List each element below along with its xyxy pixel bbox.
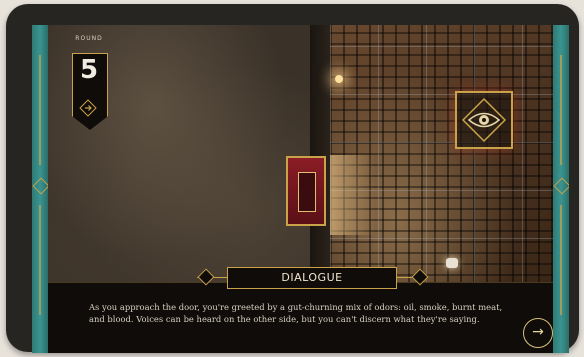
next-dialogue-button[interactable]: → bbox=[523, 318, 553, 348]
game-screen: ROUND 5 DIALOGUE As you approach the doo… bbox=[32, 25, 569, 353]
door-icon[interactable] bbox=[286, 156, 326, 226]
dialogue-text: As you approach the door, you're greeted… bbox=[89, 302, 503, 324]
npc-figure-icon[interactable] bbox=[446, 258, 458, 268]
arrow-right-circle-icon: → bbox=[532, 324, 544, 340]
arrow-right-icon[interactable] bbox=[79, 99, 97, 117]
round-label: ROUND bbox=[75, 35, 103, 42]
device-bezel: ROUND 5 DIALOGUE As you approach the doo… bbox=[6, 4, 579, 353]
dialogue-title: DIALOGUE bbox=[227, 267, 397, 289]
wall-lamp-icon bbox=[335, 75, 343, 83]
right-decorative-rail bbox=[553, 25, 569, 353]
doorway-light bbox=[330, 155, 375, 235]
left-decorative-rail bbox=[32, 25, 50, 353]
door-panel bbox=[298, 172, 316, 212]
round-number: 5 bbox=[79, 55, 99, 85]
eye-icon[interactable] bbox=[455, 91, 513, 149]
